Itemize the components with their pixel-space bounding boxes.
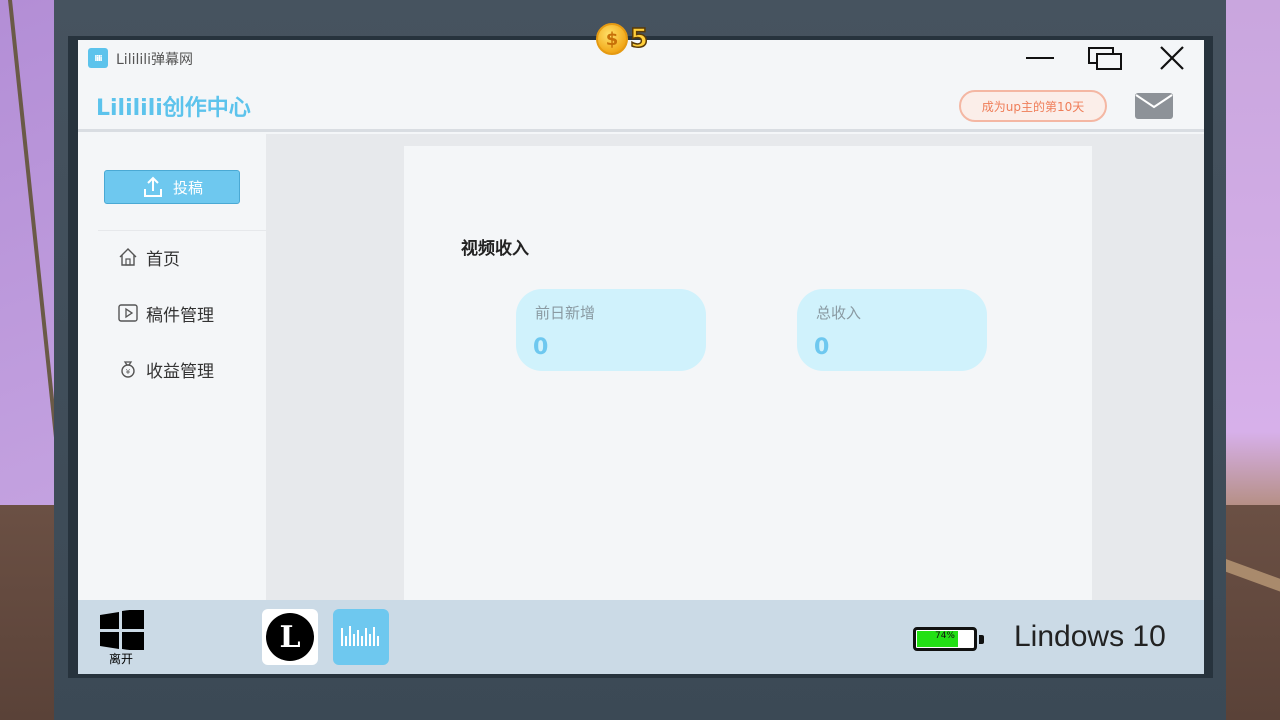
income-panel: 视频收入 前日新增 0 总收入 0 [404,146,1092,606]
window-title: Lililili弹幕网 [116,52,194,68]
start-label: 离开 [108,652,133,666]
start-button[interactable]: 离开 [98,610,144,666]
sidebar-item-label: 稿件管理 [146,305,214,326]
video-icon [118,304,138,322]
mail-icon [1135,93,1173,119]
l-logo-letter: L [279,619,301,655]
os-name: Lindows 10 [1014,620,1166,653]
home-icon [119,248,137,266]
stat-card-total: 总收入 0 [797,289,987,371]
stat-value: 0 [814,335,830,360]
taskbar: 离开 L 74% Lindows 10 [78,600,1204,674]
upload-button[interactable]: 投稿 [104,170,240,204]
battery-tip [979,635,984,644]
minimize-icon [1026,57,1054,59]
upload-icon [143,176,162,197]
sidebar-item-label: 首页 [146,249,180,270]
room-wall [0,0,60,520]
restore-icon [1088,47,1122,70]
battery-indicator: 74% [913,627,984,651]
sidebar: 投稿 首页 稿件管理 ¥ 收益管理 [78,134,266,600]
app-icon: lili [88,48,108,68]
coin-count: 5 [629,23,649,55]
stat-card-yesterday: 前日新增 0 [516,289,706,371]
screen: lili Lililili弹幕网 Lililili创作中心 成为up主的第10天 [78,40,1204,674]
minimize-button[interactable] [1021,44,1061,72]
stat-label: 总收入 [816,304,862,322]
svg-text:¥: ¥ [126,368,131,376]
sidebar-divider [98,230,266,231]
close-button[interactable] [1152,44,1192,72]
coin-icon: $ [596,23,628,55]
mail-button[interactable] [1134,92,1174,120]
section-title: 视频收入 [461,239,529,259]
days-badge: 成为up主的第10天 [959,90,1107,122]
close-icon [1160,46,1184,70]
coin-counter: $ 5 [596,22,649,56]
taskbar-app-l[interactable]: L [262,609,318,665]
windows-logo-icon [100,610,144,650]
creator-header: Lililili创作中心 成为up主的第10天 [78,78,1204,132]
lililili-logo-icon [341,626,379,646]
sidebar-item-earnings[interactable]: ¥ 收益管理 [118,355,214,383]
restore-button[interactable] [1085,44,1125,72]
app-icon-text: lili [94,53,103,63]
stat-value: 0 [533,335,549,360]
days-badge-label: 成为up主的第10天 [981,99,1085,114]
money-bag-icon: ¥ [121,361,135,378]
upload-label: 投稿 [172,178,203,197]
sidebar-item-label: 收益管理 [146,361,214,382]
taskbar-app-lililili[interactable] [333,609,389,665]
battery-percent: 74% [934,631,955,641]
l-logo-icon: L [266,613,314,661]
sidebar-item-works[interactable]: 稿件管理 [118,299,214,327]
stat-label: 前日新增 [535,304,596,322]
brand-title: Lililili创作中心 [96,96,251,121]
sidebar-item-home[interactable]: 首页 [118,243,180,271]
